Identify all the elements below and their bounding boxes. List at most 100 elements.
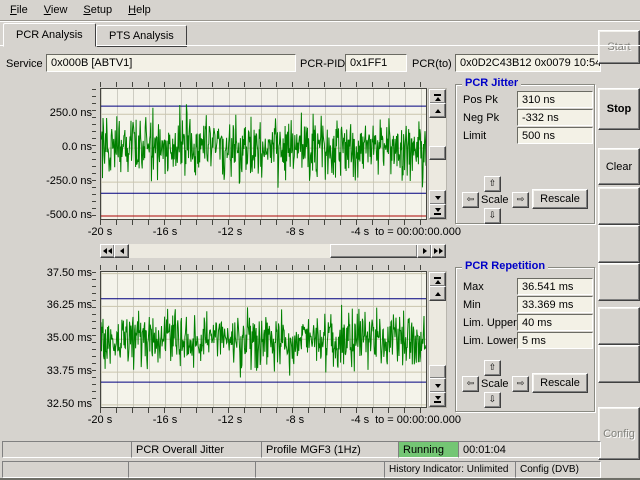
y-tick-label: 250.0 ns <box>50 107 92 119</box>
jitter-vscrollbar[interactable] <box>428 88 447 220</box>
time-hscroll-thumb[interactable] <box>330 244 418 258</box>
status2-cell-empty-1 <box>2 461 134 478</box>
scroll-jump-top-button[interactable] <box>429 89 446 104</box>
y-tick-label: -500.0 ns <box>46 209 92 221</box>
jitter-limit-label: Limit <box>463 130 486 142</box>
repetition-rescale-button[interactable]: Rescale <box>532 373 588 393</box>
repetition-chart-y-ticks <box>92 272 96 405</box>
y-tick-label: -250.0 ns <box>46 175 92 187</box>
x-tick-label: -16 s <box>135 226 195 238</box>
jitter-scale-right-button[interactable]: ⇨ <box>512 192 529 208</box>
max-field: 36.541 ms <box>517 278 593 295</box>
service-label: Service <box>6 58 43 70</box>
scroll-right-button[interactable] <box>417 244 432 258</box>
x-tick-label: -12 s <box>200 414 260 426</box>
blank-button-4[interactable] <box>598 307 640 345</box>
y-tick-label: 35.00 ms <box>47 332 92 344</box>
clear-button[interactable]: Clear <box>598 148 640 185</box>
repetition-scale-up-button[interactable]: ⇧ <box>484 360 501 376</box>
max-label: Max <box>463 281 484 293</box>
x-axis-end-time-label: to = 00:00:00.000 <box>375 414 461 426</box>
pcr-to-field: 0x0D2C43B12 0x0079 10:54:4 <box>455 54 601 72</box>
stop-button[interactable]: Stop <box>598 88 640 130</box>
config-button[interactable]: Config <box>598 407 640 460</box>
x-tick-label: -16 s <box>135 414 195 426</box>
x-tick-label: -8 s <box>265 414 325 426</box>
lim-upper-label: Lim. Upper <box>463 317 517 329</box>
x-tick-label: -20 s <box>70 414 130 426</box>
scroll-up-button[interactable] <box>429 286 446 301</box>
min-field: 33.369 ms <box>517 296 593 313</box>
tab-pts-analysis[interactable]: PTS Analysis <box>96 25 187 47</box>
scroll-down-button[interactable] <box>429 378 446 393</box>
status2-cell-empty-2 <box>128 461 262 478</box>
menu-view[interactable]: View <box>36 2 76 18</box>
start-button[interactable]: Start <box>598 30 640 64</box>
menu-setup[interactable]: Setup <box>75 2 120 18</box>
scroll-left-button[interactable] <box>114 244 129 258</box>
blank-button-1[interactable] <box>598 187 640 225</box>
y-tick-label: 36.25 ms <box>47 299 92 311</box>
service-field[interactable]: 0x000B [ABTV1] <box>46 54 296 72</box>
jitter-chart-bottom-ticks <box>100 220 425 225</box>
jitter-rescale-button[interactable]: Rescale <box>532 189 588 209</box>
scroll-jump-bottom-button[interactable] <box>429 392 446 407</box>
scroll-jump-top-button[interactable] <box>429 272 446 287</box>
jitter-vscroll-thumb[interactable] <box>429 146 446 160</box>
pos-pk-label: Pos Pk <box>463 94 498 106</box>
scroll-up-button[interactable] <box>429 103 446 118</box>
x-tick-label: -20 s <box>70 226 130 238</box>
pcr-repetition-panel-title: PCR Repetition <box>462 260 548 272</box>
x-axis-end-time-label: to = 00:00:00.000 <box>375 226 461 238</box>
menu-bar: File View Setup Help <box>0 0 640 21</box>
blank-button-2[interactable] <box>598 225 640 263</box>
scroll-jump-bottom-button[interactable] <box>429 204 446 219</box>
pcr-jitter-panel-title: PCR Jitter <box>462 77 521 89</box>
y-tick-label: 33.75 ms <box>47 365 92 377</box>
menu-help[interactable]: Help <box>120 2 159 18</box>
status-history-indicator: History Indicator: Unlimited <box>384 461 522 478</box>
blank-button-5[interactable] <box>598 345 640 383</box>
repetition-vscroll-thumb[interactable] <box>429 365 446 379</box>
pcr-pid-label: PCR-PID <box>300 58 345 70</box>
jitter-chart-x-axis: -20 s-16 s-12 s-8 s-4 sto = 00:00:00.000 <box>100 226 425 239</box>
repetition-scale-down-button[interactable]: ⇩ <box>484 392 501 408</box>
y-tick-label: 32.50 ms <box>47 398 92 410</box>
lim-lower-label: Lim. Lower <box>463 335 517 347</box>
lim-lower-field: 5 ms <box>517 332 593 349</box>
repetition-vscrollbar[interactable] <box>428 271 447 408</box>
jitter-limit-field: 500 ns <box>517 127 593 144</box>
repetition-chart-top-ticks <box>100 265 425 270</box>
lim-upper-field: 40 ms <box>517 314 593 331</box>
jitter-scale-up-button[interactable]: ⇧ <box>484 176 501 192</box>
pcr-analyzer-window: File View Setup Help PCR Analysis PTS An… <box>0 0 640 480</box>
jitter-scale-left-button[interactable]: ⇦ <box>462 192 479 208</box>
repetition-scale-right-button[interactable]: ⇨ <box>512 376 529 392</box>
scroll-down-button[interactable] <box>429 190 446 205</box>
status-config-standard: Config (DVB) <box>515 461 601 478</box>
menu-file[interactable]: File <box>2 2 36 18</box>
repetition-chart-bottom-ticks <box>100 408 425 413</box>
tab-pcr-analysis[interactable]: PCR Analysis <box>3 23 96 47</box>
repetition-chart-y-axis: 37.50 ms36.25 ms35.00 ms33.75 ms32.50 ms <box>18 271 92 406</box>
jitter-chart-y-axis: 250.0 ns0.0 ns-250.0 ns-500.0 ns <box>18 88 92 218</box>
blank-button-3[interactable] <box>598 263 640 301</box>
x-tick-label: -8 s <box>265 226 325 238</box>
status-elapsed-time: 00:01:04 <box>458 441 601 458</box>
scroll-far-right-button[interactable] <box>431 244 446 258</box>
min-label: Min <box>463 299 481 311</box>
pcr-jitter-plot <box>100 88 427 220</box>
time-hscrollbar[interactable] <box>100 244 445 258</box>
repetition-scale-left-button[interactable]: ⇦ <box>462 376 479 392</box>
jitter-scale-label: Scale <box>481 194 509 206</box>
x-tick-label: -12 s <box>200 226 260 238</box>
pos-pk-field: 310 ns <box>517 91 593 108</box>
neg-pk-field: -332 ns <box>517 109 593 126</box>
scroll-far-left-button[interactable] <box>100 244 115 258</box>
pcr-repetition-plot <box>100 271 427 408</box>
jitter-chart-y-ticks <box>92 89 96 217</box>
pcr-pid-field: 0x1FF1 <box>345 54 407 72</box>
jitter-scale-down-button[interactable]: ⇩ <box>484 208 501 224</box>
neg-pk-label: Neg Pk <box>463 112 499 124</box>
status2-cell-empty-3 <box>255 461 391 478</box>
